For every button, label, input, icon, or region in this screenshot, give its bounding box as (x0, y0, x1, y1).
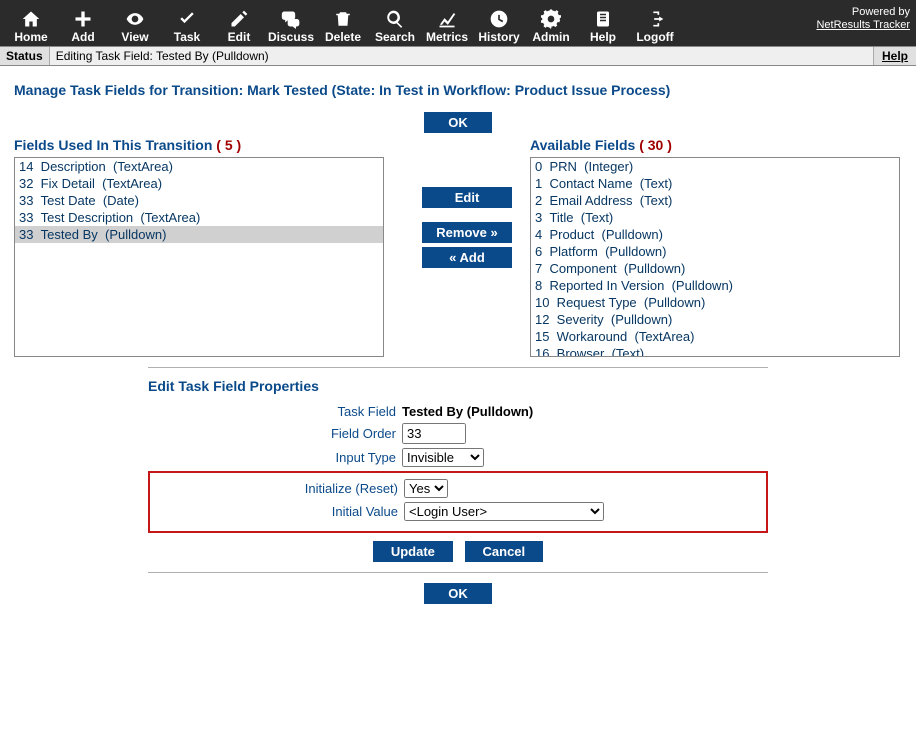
list-item[interactable]: 1 Contact Name (Text) (531, 175, 899, 192)
toolbar-label: Admin (532, 30, 569, 44)
status-text: Editing Task Field: Tested By (Pulldown) (50, 47, 874, 65)
search-button[interactable]: Search (370, 4, 420, 44)
list-item[interactable]: 33 Tested By (Pulldown) (15, 226, 383, 243)
list-item[interactable]: 7 Component (Pulldown) (531, 260, 899, 277)
toolbar-label: Edit (228, 30, 251, 44)
help-icon (594, 8, 612, 30)
discuss-icon (280, 8, 302, 30)
list-item[interactable]: 3 Title (Text) (531, 209, 899, 226)
metrics-icon (436, 8, 458, 30)
toolbar-buttons: Home Add View Task Edit Discuss Delete Search Me… (6, 4, 680, 44)
toolbar-label: Discuss (268, 30, 314, 44)
available-fields-count: ( 30 ) (639, 137, 672, 153)
metrics-button[interactable]: Metrics (422, 4, 472, 44)
remove-field-button[interactable]: Remove » (422, 222, 512, 243)
toolbar-label: Task (174, 30, 200, 44)
edit-field-button[interactable]: Edit (422, 187, 512, 208)
used-fields-listbox[interactable]: 14 Description (TextArea)32 Fix Detail (… (14, 157, 384, 357)
used-fields-title: Fields Used In This Transition ( 5 ) (14, 137, 404, 153)
help-button[interactable]: Help (578, 4, 628, 44)
list-item[interactable]: 6 Platform (Pulldown) (531, 243, 899, 260)
list-item[interactable]: 0 PRN (Integer) (531, 158, 899, 175)
list-item[interactable]: 8 Reported In Version (Pulldown) (531, 277, 899, 294)
add-field-button[interactable]: « Add (422, 247, 512, 268)
list-item[interactable]: 15 Workaround (TextArea) (531, 328, 899, 345)
toolbar-label: Search (375, 30, 415, 44)
check-icon (177, 8, 197, 30)
list-item[interactable]: 33 Test Description (TextArea) (15, 209, 383, 226)
list-item[interactable]: 12 Severity (Pulldown) (531, 311, 899, 328)
main-toolbar: Home Add View Task Edit Discuss Delete Search Me… (0, 0, 916, 46)
powered-by: Powered by NetResults Tracker (816, 4, 910, 32)
toolbar-label: Metrics (426, 30, 468, 44)
logoff-button[interactable]: Logoff (630, 4, 680, 44)
initialize-select[interactable]: Yes (404, 479, 448, 498)
history-icon (489, 8, 509, 30)
task-button[interactable]: Task (162, 4, 212, 44)
page-title: Manage Task Fields for Transition: Mark … (14, 82, 902, 98)
view-button[interactable]: View (110, 4, 160, 44)
admin-button[interactable]: Admin (526, 4, 576, 44)
cancel-button[interactable]: Cancel (465, 541, 544, 562)
pencil-icon (229, 8, 249, 30)
list-item[interactable]: 16 Browser (Text) (531, 345, 899, 357)
initial-value-label: Initial Value (150, 504, 398, 519)
initialize-label: Initialize (Reset) (150, 481, 398, 496)
divider (148, 367, 768, 368)
list-item[interactable]: 33 Test Date (Date) (15, 192, 383, 209)
update-button[interactable]: Update (373, 541, 453, 562)
task-field-label: Task Field (148, 404, 396, 419)
toolbar-label: Delete (325, 30, 361, 44)
home-button[interactable]: Home (6, 4, 56, 44)
input-type-label: Input Type (148, 450, 396, 465)
home-icon (20, 8, 42, 30)
available-fields-listbox[interactable]: 0 PRN (Integer)1 Contact Name (Text)2 Em… (530, 157, 900, 357)
plus-icon (73, 8, 93, 30)
discuss-button[interactable]: Discuss (266, 4, 316, 44)
status-label: Status (0, 47, 50, 65)
powered-by-label: Powered by (816, 6, 910, 19)
toolbar-label: History (478, 30, 519, 44)
available-fields-title-text: Available Fields (530, 137, 635, 153)
divider (148, 572, 768, 573)
eye-icon (123, 8, 147, 30)
admin-icon (541, 8, 561, 30)
list-item[interactable]: 4 Product (Pulldown) (531, 226, 899, 243)
initial-value-select[interactable]: <Login User> (404, 502, 604, 521)
ok-button-top[interactable]: OK (424, 112, 492, 133)
add-button[interactable]: Add (58, 4, 108, 44)
field-order-label: Field Order (148, 426, 396, 441)
toolbar-label: Home (14, 30, 47, 44)
list-item[interactable]: 10 Request Type (Pulldown) (531, 294, 899, 311)
history-button[interactable]: History (474, 4, 524, 44)
list-item[interactable]: 2 Email Address (Text) (531, 192, 899, 209)
field-order-input[interactable] (402, 423, 466, 444)
logoff-icon (645, 8, 665, 30)
toolbar-label: Logoff (636, 30, 673, 44)
trash-icon (334, 8, 352, 30)
toolbar-label: View (121, 30, 148, 44)
search-icon (385, 8, 405, 30)
input-type-select[interactable]: Invisible (402, 448, 484, 467)
toolbar-label: Help (590, 30, 616, 44)
properties-title: Edit Task Field Properties (148, 378, 768, 394)
task-field-value: Tested By (Pulldown) (402, 404, 533, 419)
list-item[interactable]: 32 Fix Detail (TextArea) (15, 175, 383, 192)
used-fields-count: ( 5 ) (216, 137, 241, 153)
ok-button-bottom[interactable]: OK (424, 583, 492, 604)
highlighted-section: Initialize (Reset) Yes Initial Value <Lo… (148, 471, 768, 533)
delete-button[interactable]: Delete (318, 4, 368, 44)
list-item[interactable]: 14 Description (TextArea) (15, 158, 383, 175)
tracker-link[interactable]: NetResults Tracker (816, 19, 910, 31)
status-help-link[interactable]: Help (874, 47, 916, 65)
toolbar-label: Add (71, 30, 94, 44)
available-fields-title: Available Fields ( 30 ) (530, 137, 916, 153)
status-bar: Status Editing Task Field: Tested By (Pu… (0, 46, 916, 66)
transfer-buttons: Edit Remove » « Add (422, 137, 512, 357)
edit-button[interactable]: Edit (214, 4, 264, 44)
used-fields-title-text: Fields Used In This Transition (14, 137, 212, 153)
